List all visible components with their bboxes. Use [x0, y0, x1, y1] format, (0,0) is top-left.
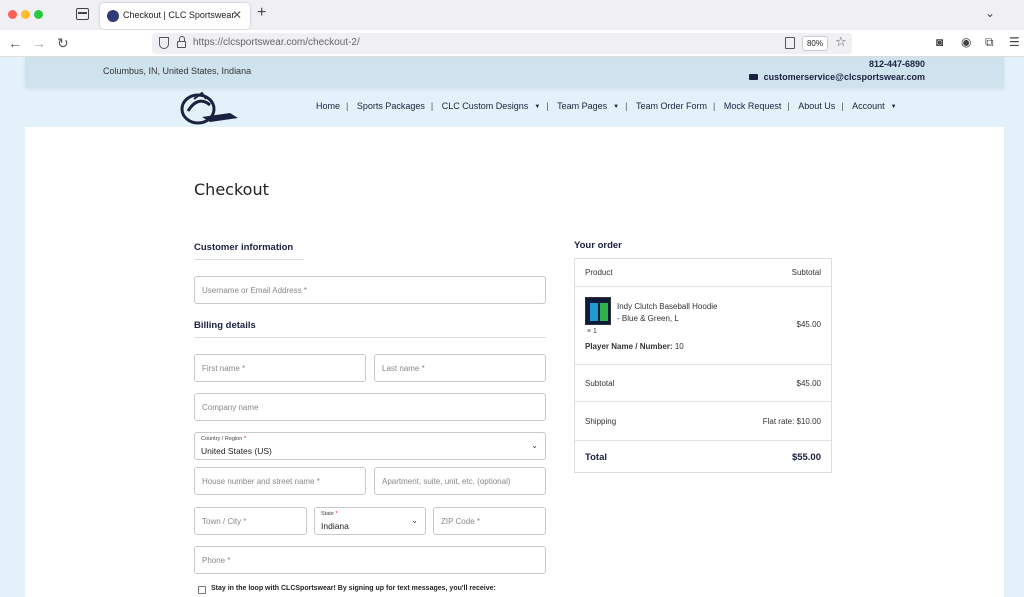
address-bar[interactable]: https://clcsportswear.com/checkout-2/ 80… [152, 33, 852, 54]
nav-account[interactable]: Account ▼ [852, 101, 896, 111]
main-navigation: Home | Sports Packages | CLC Custom Design… [316, 101, 897, 111]
total-value: $55.00 [791, 452, 821, 463]
email-link[interactable]: customerservice@clcsportswear.com [748, 72, 925, 82]
maximize-window-button[interactable] [34, 10, 43, 19]
truck-icon [748, 74, 758, 80]
forward-icon[interactable]: → [32, 34, 46, 52]
shipping-row: Shipping Flat rate: $10.00 [575, 402, 831, 441]
street-address-field[interactable]: House number and street name * [194, 467, 366, 495]
col-subtotal-header: Subtotal [791, 268, 821, 277]
bookmark-star-icon[interactable]: ☆ [835, 34, 847, 50]
subtotal-row: Subtotal $45.00 [575, 365, 831, 402]
clc-logo[interactable] [180, 87, 240, 127]
account-icon[interactable]: ◉ [961, 35, 971, 49]
chevron-down-icon: ⌄ [411, 516, 418, 525]
customer-info-heading: Customer information [194, 242, 294, 253]
new-tab-icon[interactable]: + [257, 4, 266, 22]
nav-home[interactable]: Home [316, 101, 340, 111]
lock-icon[interactable] [177, 36, 186, 48]
pocket-icon[interactable]: ◙ [936, 35, 943, 49]
city-field[interactable]: Town / City * [194, 507, 307, 535]
menu-icon[interactable]: ☰ [1009, 35, 1020, 49]
country-select[interactable]: Country / Region * United States (US) ⌄ [194, 432, 546, 460]
product-quantity: × 1 [587, 328, 597, 335]
product-price: $45.00 [796, 320, 821, 329]
total-row: Total $55.00 [575, 441, 831, 473]
caret-down-icon: ▼ [613, 104, 620, 110]
reader-view-icon[interactable] [785, 37, 795, 49]
shield-icon[interactable] [159, 37, 169, 49]
close-window-button[interactable] [8, 10, 17, 19]
sms-optin-checkbox[interactable] [198, 586, 206, 594]
state-select[interactable]: State * Indiana ⌄ [314, 507, 426, 535]
chevron-down-icon[interactable]: ⌄ [985, 6, 995, 20]
product-name: Indy Clutch Baseball Hoodie - Blue & Gree… [617, 302, 718, 323]
checkout-content: Checkout Customer information Username o… [25, 127, 1004, 597]
nav-team-pages[interactable]: Team Pages ▼ [557, 101, 619, 111]
your-order-heading: Your order [574, 240, 622, 251]
divider [194, 259, 304, 260]
caret-down-icon: ▼ [534, 104, 541, 110]
reload-icon[interactable]: ↻ [57, 34, 69, 52]
username-field[interactable]: Username or Email Address * [194, 276, 546, 304]
subtotal-value: $45.00 [796, 379, 821, 388]
tab-overview-icon[interactable] [76, 8, 89, 20]
minimize-window-button[interactable] [21, 10, 30, 19]
product-meta: Player Name / Number: 10 [585, 342, 684, 351]
nav-mock-request[interactable]: Mock Request [724, 101, 782, 111]
last-name-field[interactable]: Last name * [374, 354, 546, 382]
close-tab-icon[interactable]: ✕ [232, 8, 242, 22]
apartment-field[interactable]: Apartment, suite, unit, etc. (optional) [374, 467, 546, 495]
browser-nav-bar: ← → ↻ https://clcsportswear.com/checkout… [0, 30, 1024, 57]
phone-link[interactable]: 812-447-6890 [869, 59, 925, 69]
company-field[interactable]: Company name [194, 393, 546, 421]
phone-field[interactable]: Phone * [194, 546, 546, 574]
billing-heading: Billing details [194, 320, 256, 331]
nav-sports-packages[interactable]: Sports Packages [357, 101, 425, 111]
table-row: Indy Clutch Baseball Hoodie - Blue & Gree… [575, 287, 831, 365]
chevron-down-icon: ⌄ [531, 441, 538, 450]
nav-about-us[interactable]: About Us [798, 101, 835, 111]
website: Columbus, IN, United States, Indiana 812… [0, 57, 1024, 597]
total-label: Total [585, 452, 607, 463]
nav-clc-custom-designs[interactable]: CLC Custom Designs ▼ [442, 101, 540, 111]
table-header-row: Product Subtotal [575, 259, 831, 287]
col-product-header: Product [585, 268, 613, 277]
sms-optin-label[interactable]: Stay in the loop with CLCSportswear! By … [211, 585, 496, 592]
zip-field[interactable]: ZIP Code * [433, 507, 546, 535]
zoom-level[interactable]: 80% [802, 36, 828, 51]
subtotal-label: Subtotal [585, 379, 615, 388]
back-icon[interactable]: ← [8, 34, 22, 52]
extensions-icon[interactable]: ⧉ [985, 35, 994, 50]
browser-tab-bar: Checkout | CLC Sportswear ✕ + ⌄ [0, 0, 1024, 30]
tab-title: Checkout | CLC Sportswear [123, 10, 235, 20]
caret-down-icon: ▼ [890, 104, 897, 110]
store-location: Columbus, IN, United States, Indiana [103, 66, 252, 76]
favicon-icon [107, 10, 119, 22]
shipping-label: Shipping [585, 417, 617, 426]
order-summary-table: Product Subtotal Indy Clutch Baseball Ho… [574, 258, 832, 473]
first-name-field[interactable]: First name * [194, 354, 366, 382]
nav-team-order-form[interactable]: Team Order Form [636, 101, 707, 111]
top-info-bar: Columbus, IN, United States, Indiana 812… [25, 57, 1004, 87]
shipping-value: Flat rate: $10.00 [762, 417, 821, 426]
url-text[interactable]: https://clcsportswear.com/checkout-2/ [193, 37, 360, 48]
product-thumbnail[interactable] [585, 297, 611, 325]
tab-checkout[interactable]: Checkout | CLC Sportswear ✕ [100, 3, 250, 29]
divider [194, 337, 546, 338]
page-title: Checkout [194, 180, 269, 199]
